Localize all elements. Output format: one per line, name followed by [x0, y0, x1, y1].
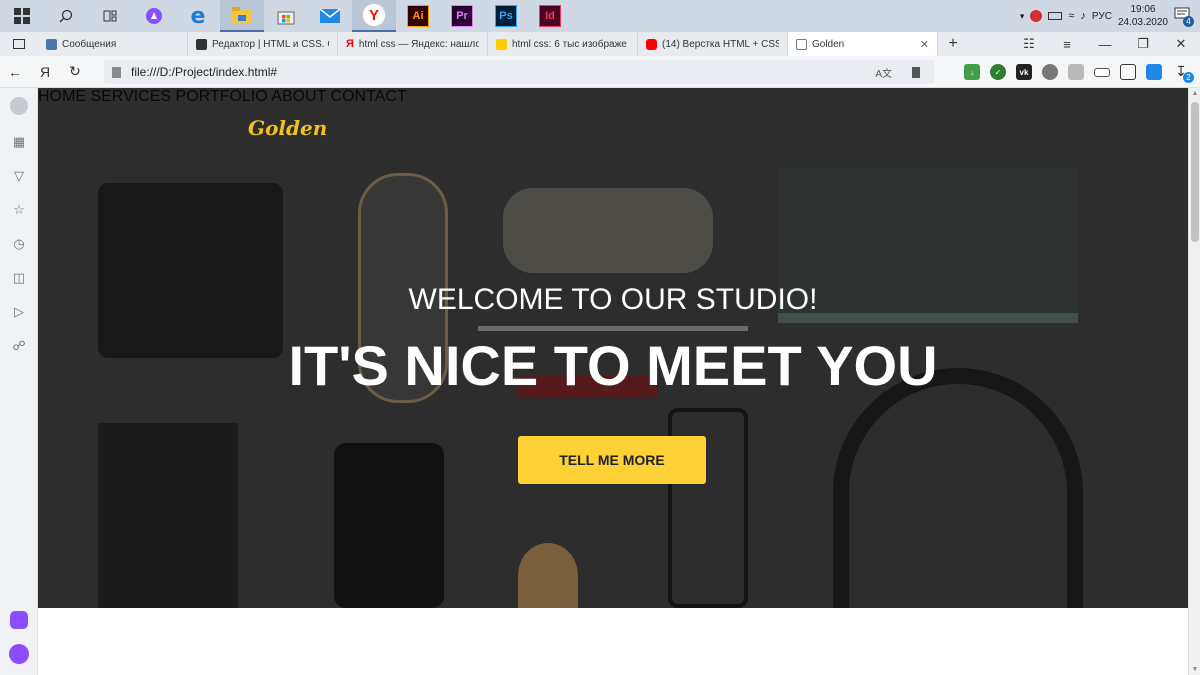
- extensions-area: ↓ ✓ vk ↧ 2: [964, 56, 1200, 88]
- clock-time: 19:06: [1130, 4, 1156, 15]
- network-error-icon[interactable]: [1030, 10, 1043, 22]
- adblock-shield-icon[interactable]: ✓: [990, 64, 1006, 80]
- tell-me-more-button[interactable]: TELL ME MORE: [518, 436, 706, 484]
- menu-icon[interactable]: ≡: [1048, 37, 1086, 52]
- new-tab-button[interactable]: +: [938, 32, 968, 56]
- battery-ext-icon[interactable]: [1094, 67, 1110, 77]
- clock-date: 24.03.2020: [1117, 17, 1168, 28]
- tab-youtube[interactable]: (14) Верстка HTML + CSS: [638, 32, 788, 56]
- tabs-menu-icon[interactable]: ☷: [1010, 36, 1048, 52]
- tab-yandex-images[interactable]: html css: 6 тыс изображе: [488, 32, 638, 56]
- url-text: file:///D:/Project/index.html#: [131, 65, 278, 79]
- search-icon[interactable]: [44, 0, 88, 32]
- notifications-badge: 4: [1183, 16, 1194, 27]
- indesign-icon[interactable]: Id: [528, 0, 572, 32]
- find-page-icon[interactable]: ☍: [9, 336, 29, 356]
- restore-button[interactable]: ❐: [1124, 36, 1162, 52]
- clock[interactable]: 19:06 24.03.2020: [1118, 3, 1168, 29]
- download-ext-icon[interactable]: ↓: [964, 64, 980, 80]
- plus-icon: +: [948, 35, 958, 52]
- translate-ext-icon[interactable]: [1146, 64, 1162, 80]
- file-explorer-icon[interactable]: [220, 0, 264, 32]
- images-icon: [496, 38, 507, 50]
- photoshop-icon[interactable]: Ps: [484, 0, 528, 32]
- volume-icon[interactable]: ♪: [1080, 10, 1086, 22]
- scroll-down-arrow-icon[interactable]: ▼: [1189, 666, 1200, 673]
- sidebar-toggle-icon: [13, 39, 25, 49]
- cube-icon[interactable]: [1068, 64, 1084, 80]
- browser-tab-bar: Сообщения Редактор | HTML и CSS. О Я htm…: [0, 32, 1200, 56]
- tab-label: html css: 6 тыс изображе: [512, 38, 627, 50]
- edge-icon[interactable]: e: [176, 0, 220, 32]
- page-scrollbar[interactable]: ▲ ▼: [1188, 88, 1200, 675]
- translate-icon[interactable]: A文: [875, 65, 892, 80]
- store-icon[interactable]: [264, 0, 308, 32]
- notifications-bell-icon[interactable]: ▽: [9, 166, 29, 186]
- language-indicator[interactable]: РУС: [1092, 11, 1112, 22]
- back-button[interactable]: ←: [0, 64, 30, 80]
- notifications-icon[interactable]: 4: [1174, 7, 1194, 27]
- tab-editor[interactable]: Редактор | HTML и CSS. О: [188, 32, 338, 56]
- reload-button[interactable]: ↻: [60, 63, 90, 80]
- tab-golden[interactable]: Golden ✕: [788, 32, 938, 56]
- windows-start-icon[interactable]: [0, 0, 44, 32]
- profile-icon[interactable]: [9, 96, 29, 116]
- premiere-icon[interactable]: Pr: [440, 0, 484, 32]
- messages-icon[interactable]: [1120, 64, 1136, 80]
- chevron-up-icon[interactable]: ▾: [1020, 11, 1025, 22]
- downloads-button[interactable]: ↧ 2: [1172, 63, 1194, 83]
- youtube-icon: [646, 38, 657, 50]
- tab-label: Golden: [812, 38, 845, 50]
- windows-taskbar: e Y Ai Pr Ps Id ▾ ≈ ♪ РУС 19:06 24.03.20…: [0, 0, 1200, 32]
- task-view-icon[interactable]: [88, 0, 132, 32]
- history-clock-icon[interactable]: ◷: [9, 234, 29, 254]
- site-logo[interactable]: Golden: [248, 116, 327, 140]
- hero-heading: IT'S NICE TO MEET YOU: [288, 334, 938, 397]
- favorites-star-icon[interactable]: ☆: [9, 200, 29, 220]
- alice-app-icon[interactable]: [9, 610, 29, 630]
- window-controls: ☷ ≡ — ❐ ✕: [1010, 32, 1200, 56]
- tab-label: html css — Яндекс: нашло: [358, 38, 479, 50]
- page-viewport: Golden HOME SERVICES PORTFOLIO ABOUT CON…: [38, 88, 1188, 675]
- vk-messages-icon: [46, 38, 57, 50]
- hero-subheading: WELCOME TO OUR STUDIO!: [408, 283, 818, 316]
- vk-icon[interactable]: vk: [1016, 64, 1032, 80]
- battery-icon[interactable]: [1048, 12, 1063, 20]
- alice-icon[interactable]: [132, 0, 176, 32]
- lightbulb-icon[interactable]: [1042, 64, 1058, 80]
- plus-box-icon: [196, 38, 207, 50]
- tab-label: (14) Верстка HTML + CSS: [662, 38, 779, 50]
- sidebar-toggle-button[interactable]: [0, 32, 38, 56]
- tab-yandex-search[interactable]: Я html css — Яндекс: нашло: [338, 32, 488, 56]
- mail-icon[interactable]: [308, 0, 352, 32]
- services-grid-icon[interactable]: ▦: [9, 132, 29, 152]
- illustrator-icon[interactable]: Ai: [396, 0, 440, 32]
- system-tray: ▾ ≈ ♪ РУС 19:06 24.03.2020 4: [1020, 0, 1200, 32]
- yandex-home-button[interactable]: Я: [30, 64, 60, 80]
- url-field[interactable]: file:///D:/Project/index.html# A文: [104, 60, 934, 84]
- browser-sidebar: ▦ ▽ ☆ ◷ ◫ ▷ ☍: [0, 88, 38, 675]
- scroll-thumb[interactable]: [1191, 102, 1199, 242]
- wifi-icon[interactable]: ≈: [1068, 10, 1074, 22]
- minimize-button[interactable]: —: [1086, 37, 1124, 52]
- downloads-badge: 2: [1183, 72, 1194, 83]
- scroll-up-arrow-icon[interactable]: ▲: [1189, 90, 1200, 97]
- file-icon: [112, 66, 121, 78]
- close-tab-icon[interactable]: ✕: [920, 38, 929, 51]
- tab-messages[interactable]: Сообщения: [38, 32, 188, 56]
- address-bar-row: ← Я ↻ file:///D:/Project/index.html# A文 …: [0, 56, 1200, 88]
- close-window-button[interactable]: ✕: [1162, 36, 1200, 52]
- hero-section: Golden HOME SERVICES PORTFOLIO ABOUT CON…: [38, 88, 1188, 608]
- bookmark-icon[interactable]: [912, 66, 920, 78]
- yandex-icon: Я: [346, 38, 354, 50]
- page-icon: [796, 38, 807, 50]
- yandex-browser-icon[interactable]: Y: [352, 0, 396, 32]
- tab-label: Сообщения: [62, 38, 117, 50]
- alice-voice-icon[interactable]: [9, 644, 29, 664]
- play-icon[interactable]: ▷: [9, 302, 29, 322]
- collections-icon[interactable]: ◫: [9, 268, 29, 288]
- tab-label: Редактор | HTML и CSS. О: [212, 38, 329, 50]
